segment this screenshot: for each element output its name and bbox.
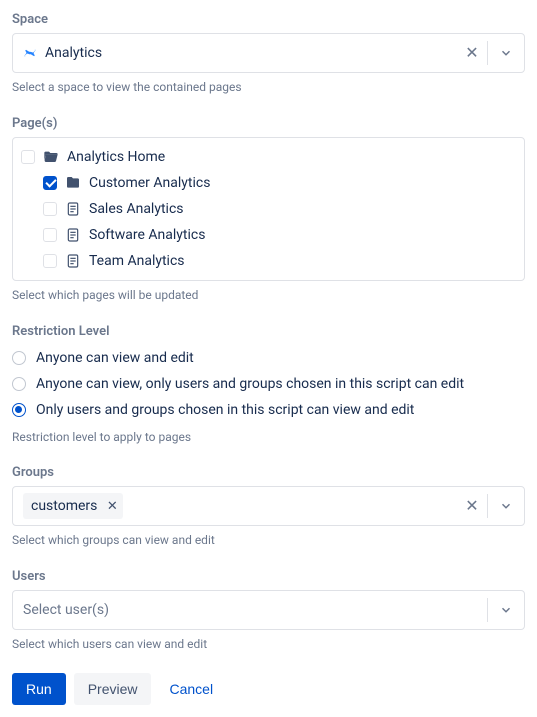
tree-row: Software Analytics [21, 222, 516, 248]
tree-row: Sales Analytics [21, 196, 516, 222]
groups-select[interactable]: customers ✕ ✕ [12, 486, 525, 526]
tree-checkbox[interactable] [43, 228, 57, 242]
space-clear-button[interactable]: ✕ [457, 45, 487, 61]
pages-section: Page(s) Analytics Home Customer Analytic… [12, 116, 525, 304]
tree-row: Customer Analytics [21, 170, 516, 196]
tree-label[interactable]: Customer Analytics [89, 175, 210, 191]
restriction-option: Anyone can view and edit [12, 345, 525, 371]
users-label: Users [12, 569, 525, 584]
space-value-area: Analytics [23, 45, 457, 61]
groups-chevron-button[interactable] [488, 499, 524, 513]
restriction-label: Restriction Level [12, 324, 525, 339]
tree-checkbox[interactable] [43, 176, 57, 190]
tree-checkbox[interactable] [43, 202, 57, 216]
group-tag: customers ✕ [23, 493, 123, 519]
users-value-area: Select user(s) [23, 602, 487, 618]
page-icon [65, 227, 81, 243]
restriction-helper: Restriction level to apply to pages [12, 429, 525, 446]
pages-helper: Select which pages will be updated [12, 287, 525, 304]
tree-row-root: Analytics Home [21, 144, 516, 170]
tree-label[interactable]: Team Analytics [89, 253, 185, 269]
tree-row: Team Analytics [21, 248, 516, 274]
restriction-option-label[interactable]: Anyone can view, only users and groups c… [36, 376, 464, 392]
preview-button[interactable]: Preview [74, 673, 152, 705]
confluence-icon [23, 46, 37, 60]
page-icon [65, 201, 81, 217]
users-section: Users Select user(s) Select which users … [12, 569, 525, 653]
groups-clear-button[interactable]: ✕ [457, 498, 487, 514]
restriction-option: Only users and groups chosen in this scr… [12, 397, 525, 423]
restriction-section: Restriction Level Anyone can view and ed… [12, 324, 525, 446]
group-tag-label: customers [31, 498, 97, 514]
users-helper: Select which users can view and edit [12, 636, 525, 653]
folder-open-icon [43, 149, 59, 165]
page-icon [65, 253, 81, 269]
restriction-radio[interactable] [12, 351, 26, 365]
space-label: Space [12, 12, 525, 27]
tree-label-root[interactable]: Analytics Home [67, 149, 165, 165]
restriction-radio[interactable] [12, 377, 26, 391]
button-bar: Run Preview Cancel [12, 673, 525, 705]
space-section: Space Analytics ✕ Select a space to view… [12, 12, 525, 96]
restriction-option-label[interactable]: Only users and groups chosen in this scr… [36, 402, 414, 418]
group-tag-remove[interactable]: ✕ [103, 497, 121, 515]
space-helper: Select a space to view the contained pag… [12, 79, 525, 96]
restriction-radio[interactable] [12, 403, 26, 417]
tree-checkbox[interactable] [43, 254, 57, 268]
cancel-button[interactable]: Cancel [159, 673, 223, 705]
restriction-option-label[interactable]: Anyone can view and edit [36, 350, 194, 366]
space-chevron-button[interactable] [488, 46, 524, 60]
tree-label[interactable]: Software Analytics [89, 227, 205, 243]
space-value: Analytics [45, 45, 102, 61]
users-select[interactable]: Select user(s) [12, 590, 525, 630]
users-placeholder: Select user(s) [23, 602, 109, 618]
tree-label[interactable]: Sales Analytics [89, 201, 184, 217]
space-select[interactable]: Analytics ✕ [12, 33, 525, 73]
groups-tags-area: customers ✕ [23, 493, 457, 519]
groups-label: Groups [12, 465, 525, 480]
groups-helper: Select which groups can view and edit [12, 532, 525, 549]
groups-section: Groups customers ✕ ✕ Select which groups … [12, 465, 525, 549]
pages-label: Page(s) [12, 116, 525, 131]
restriction-option: Anyone can view, only users and groups c… [12, 371, 525, 397]
run-button[interactable]: Run [12, 673, 66, 705]
tree-checkbox-root[interactable] [21, 150, 35, 164]
users-chevron-button[interactable] [488, 603, 524, 617]
pages-tree: Analytics Home Customer Analytics Sales A… [12, 137, 525, 281]
folder-icon [65, 175, 81, 191]
